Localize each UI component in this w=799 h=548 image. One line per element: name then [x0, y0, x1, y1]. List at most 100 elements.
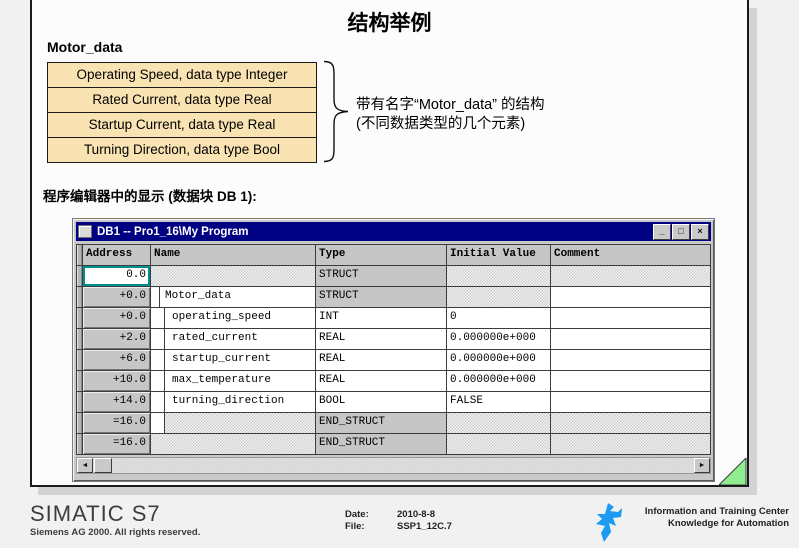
comment-cell[interactable] — [551, 434, 710, 454]
name-text: operating_speed — [165, 308, 271, 328]
selected-address-cell[interactable]: 0.0 — [83, 266, 150, 286]
initial-value-cell[interactable] — [447, 287, 551, 307]
comment-cell[interactable] — [551, 413, 710, 433]
date-value: 2010-8-8 — [397, 509, 452, 521]
address-cell[interactable]: +0.0 — [83, 308, 151, 328]
column-header-address: Address — [83, 245, 151, 265]
name-cell[interactable]: operating_speed — [151, 308, 316, 328]
annotation-line-1: 带有名字“Motor_data” 的结构 — [356, 96, 545, 115]
name-text: Motor_data — [160, 287, 231, 307]
address-cell[interactable]: =16.0 — [83, 434, 151, 454]
address-value[interactable]: +10.0 — [83, 371, 150, 391]
initial-value-cell[interactable] — [447, 413, 551, 433]
address-cell[interactable]: +14.0 — [83, 392, 151, 412]
footer-file-info: Date: 2010-8-8 File: SSP1_12C.7 — [345, 509, 452, 533]
address-cell[interactable]: +10.0 — [83, 371, 151, 391]
file-label: File: — [345, 521, 397, 533]
indent-guide — [151, 371, 165, 391]
type-cell[interactable]: BOOL — [316, 392, 447, 412]
table-row: +0.0 Motor_data STRUCT — [77, 287, 710, 308]
struct-diagram: Operating Speed, data type IntegerRated … — [47, 62, 317, 163]
table-row: +14.0 turning_direction BOOLFALSE — [77, 392, 710, 413]
address-cell[interactable]: =16.0 — [83, 413, 151, 433]
initial-value-cell[interactable]: 0 — [447, 308, 551, 328]
indent-guide — [151, 308, 165, 328]
type-cell[interactable]: REAL — [316, 371, 447, 391]
window-title: DB1 -- Pro1_16\My Program — [97, 226, 653, 238]
type-cell[interactable]: STRUCT — [316, 287, 447, 307]
address-cell[interactable]: +6.0 — [83, 350, 151, 370]
name-text: turning_direction — [165, 392, 284, 412]
address-value[interactable]: +0.0 — [83, 287, 150, 307]
comment-cell[interactable] — [551, 287, 710, 307]
address-cell[interactable]: 0.0 — [83, 266, 151, 286]
horizontal-scrollbar[interactable]: ◄ ► — [76, 457, 711, 474]
scrollbar-thumb[interactable] — [94, 458, 112, 473]
indent-guide — [151, 329, 165, 349]
table-row: =16.0 END_STRUCT — [77, 413, 710, 434]
footer-brand: SIMATIC S7 — [30, 501, 161, 527]
name-cell[interactable]: startup_current — [151, 350, 316, 370]
address-cell[interactable]: +2.0 — [83, 329, 151, 349]
page: 结构举例 Motor_data Operating Speed, data ty… — [0, 0, 799, 548]
struct-row: Turning Direction, data type Bool — [48, 138, 316, 162]
window-controls: _ □ × — [653, 224, 709, 240]
type-cell[interactable]: INT — [316, 308, 447, 328]
name-cell[interactable] — [151, 434, 316, 454]
column-header-comment: Comment — [551, 245, 710, 265]
hatch-fill — [165, 413, 315, 433]
initial-value-cell[interactable] — [447, 266, 551, 286]
name-cell[interactable]: max_temperature — [151, 371, 316, 391]
scroll-left-icon[interactable]: ◄ — [77, 458, 93, 473]
address-value[interactable]: +6.0 — [83, 350, 150, 370]
name-cell[interactable]: Motor_data — [151, 287, 316, 307]
type-cell[interactable]: STRUCT — [316, 266, 447, 286]
initial-value-cell[interactable]: 0.000000e+000 — [447, 371, 551, 391]
window-titlebar[interactable]: DB1 -- Pro1_16\My Program _ □ × — [76, 222, 711, 241]
date-label: Date: — [345, 509, 397, 521]
name-text: rated_current — [165, 329, 258, 349]
struct-row: Startup Current, data type Real — [48, 113, 316, 138]
footer-copyright: Siemens AG 2000. All rights reserved. — [30, 527, 200, 538]
training-center-line-2: Knowledge for Automation — [645, 518, 789, 530]
scroll-right-icon[interactable]: ► — [694, 458, 710, 473]
address-value[interactable]: +0.0 — [83, 308, 150, 328]
name-cell[interactable]: turning_direction — [151, 392, 316, 412]
address-value[interactable]: +14.0 — [83, 392, 150, 412]
comment-cell[interactable] — [551, 308, 710, 328]
comment-cell[interactable] — [551, 392, 710, 412]
type-cell[interactable]: END_STRUCT — [316, 434, 447, 454]
table-row: +6.0startup_currentREAL0.000000e+000 — [77, 350, 710, 371]
indent-guide — [151, 392, 165, 412]
slide: 结构举例 Motor_data Operating Speed, data ty… — [30, 0, 749, 487]
struct-row: Rated Current, data type Real — [48, 88, 316, 113]
db-editor-window: DB1 -- Pro1_16\My Program _ □ × AddressN… — [72, 218, 715, 482]
initial-value-cell[interactable] — [447, 434, 551, 454]
address-cell[interactable]: +0.0 — [83, 287, 151, 307]
initial-value-cell[interactable]: 0.000000e+000 — [447, 329, 551, 349]
type-cell[interactable]: END_STRUCT — [316, 413, 447, 433]
type-cell[interactable]: REAL — [316, 350, 447, 370]
address-value[interactable]: =16.0 — [83, 434, 150, 454]
initial-value-cell[interactable]: FALSE — [447, 392, 551, 412]
close-icon[interactable]: × — [691, 224, 709, 240]
comment-cell[interactable] — [551, 329, 710, 349]
address-value[interactable]: =16.0 — [83, 413, 150, 433]
comment-cell[interactable] — [551, 266, 710, 286]
column-header-name: Name — [151, 245, 316, 265]
struct-name-label: Motor_data — [47, 39, 122, 55]
comment-cell[interactable] — [551, 350, 710, 370]
name-text: max_temperature — [165, 371, 271, 391]
name-cell[interactable] — [151, 413, 316, 433]
initial-value-cell[interactable]: 0.000000e+000 — [447, 350, 551, 370]
table-row: =16.0 END_STRUCT — [77, 434, 710, 454]
comment-cell[interactable] — [551, 371, 710, 391]
name-cell[interactable] — [151, 266, 316, 286]
file-value: SSP1_12C.7 — [397, 521, 452, 533]
address-value[interactable]: +2.0 — [83, 329, 150, 349]
editor-caption: 程序编辑器中的显示 (数据块 DB 1): — [43, 185, 257, 205]
minimize-icon[interactable]: _ — [653, 224, 671, 240]
type-cell[interactable]: REAL — [316, 329, 447, 349]
maximize-icon[interactable]: □ — [672, 224, 690, 240]
name-cell[interactable]: rated_current — [151, 329, 316, 349]
